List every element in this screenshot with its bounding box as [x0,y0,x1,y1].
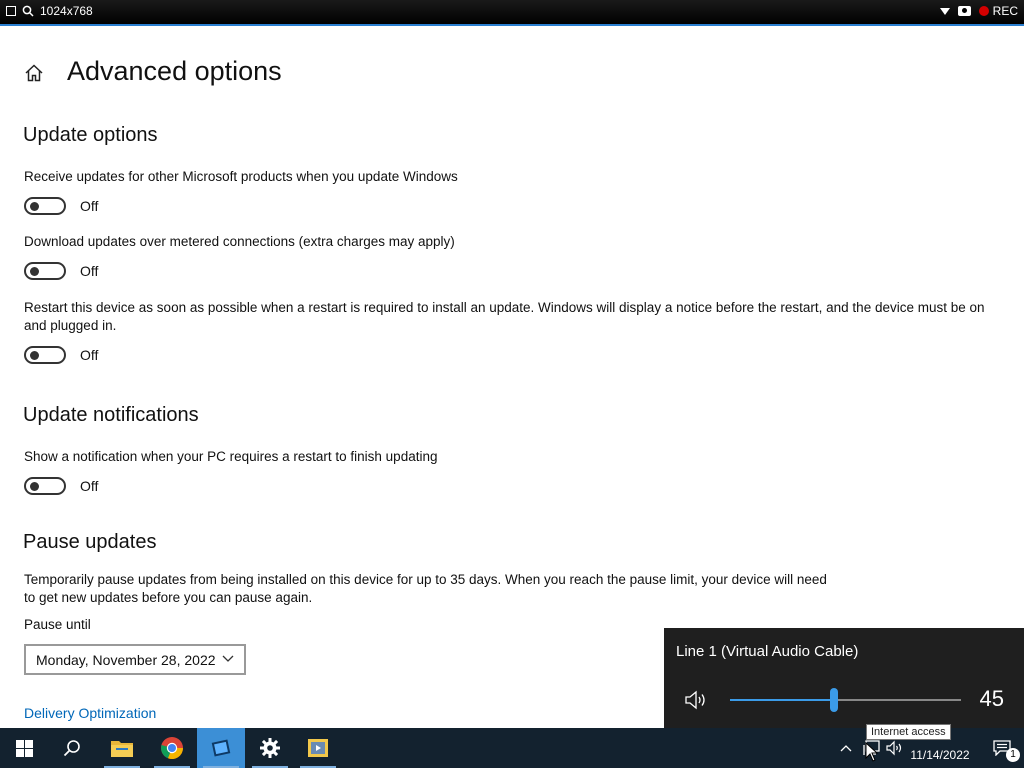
volume-slider-fill [730,699,834,701]
toggle-restart[interactable] [24,346,66,364]
option-label-microsoft-products: Receive updates for other Microsoft prod… [24,169,458,184]
toggle-knob [30,202,39,211]
camera-icon[interactable] [957,6,971,16]
pause-description: Temporarily pause updates from being ins… [24,572,827,605]
rec-label[interactable]: REC [993,4,1018,18]
toggle-knob [30,482,39,491]
date-label: 11/14/2022 [910,748,970,762]
taskbar-search-button[interactable] [48,728,96,768]
chevron-down-icon [222,652,234,667]
toggle-state-metered: Off [80,263,99,279]
pause-updates-heading: Pause updates [23,531,157,553]
taskbar-file-explorer[interactable] [98,728,146,768]
option-label-restart: Restart this device as soon as possible … [24,300,985,333]
gear-icon [260,738,280,758]
folder-icon [111,741,133,757]
speaker-icon[interactable] [684,689,710,711]
notification-count-badge: 1 [1006,748,1020,762]
resolution-label: 1024x768 [40,4,93,18]
delivery-optimization-link[interactable]: Delivery Optimization [24,705,156,721]
window-icon[interactable] [6,6,16,16]
volume-slider[interactable] [730,688,961,712]
update-notifications-heading: Update notifications [23,404,199,426]
toggle-restart-notification[interactable] [24,477,66,495]
audio-device-name[interactable]: Line 1 (Virtual Audio Cable) [676,643,858,660]
record-dot-icon[interactable] [978,6,989,16]
dropdown-icon[interactable] [939,7,950,15]
show-hidden-icons-button[interactable] [836,728,856,768]
taskbar-settings[interactable] [246,728,294,768]
home-icon[interactable] [24,63,44,83]
accent-line [0,24,1024,26]
taskbar-chrome[interactable] [148,728,196,768]
volume-value: 45 [979,686,1004,711]
volume-flyout: Line 1 (Virtual Audio Cable) 45 [664,628,1024,728]
taskbar-active-app[interactable] [197,728,245,768]
windows-logo-icon [15,739,33,757]
action-center-button[interactable]: 1 [980,728,1024,768]
volume-slider-thumb[interactable] [830,688,838,712]
toggle-state-microsoft-products: Off [80,198,99,214]
search-icon[interactable] [22,5,34,17]
start-button[interactable] [0,728,48,768]
option-label-metered: Download updates over metered connection… [24,234,455,249]
toggle-state-restart: Off [80,347,99,363]
toggle-state-restart-notification: Off [80,478,99,494]
pause-until-label: Pause until [24,617,91,632]
mouse-cursor-icon [865,742,879,762]
network-tooltip: Internet access [866,724,951,740]
page-title: Advanced options [67,56,282,86]
pause-until-dropdown[interactable]: Monday, November 28, 2022 [24,644,246,675]
recorder-bar: 1024x768 REC [0,0,1024,26]
search-icon [63,740,80,757]
toggle-knob [30,351,39,360]
toggle-knob [30,267,39,276]
update-options-heading: Update options [23,124,158,146]
toggle-metered[interactable] [24,262,66,280]
toggle-microsoft-products[interactable] [24,197,66,215]
chevron-up-icon [840,745,852,752]
option-label-restart-notification: Show a notification when your PC require… [24,449,438,464]
pause-until-value: Monday, November 28, 2022 [36,651,216,668]
media-icon [308,739,328,757]
chrome-icon [161,737,184,760]
taskbar-media-app[interactable] [294,728,342,768]
app-window-icon [211,739,231,757]
